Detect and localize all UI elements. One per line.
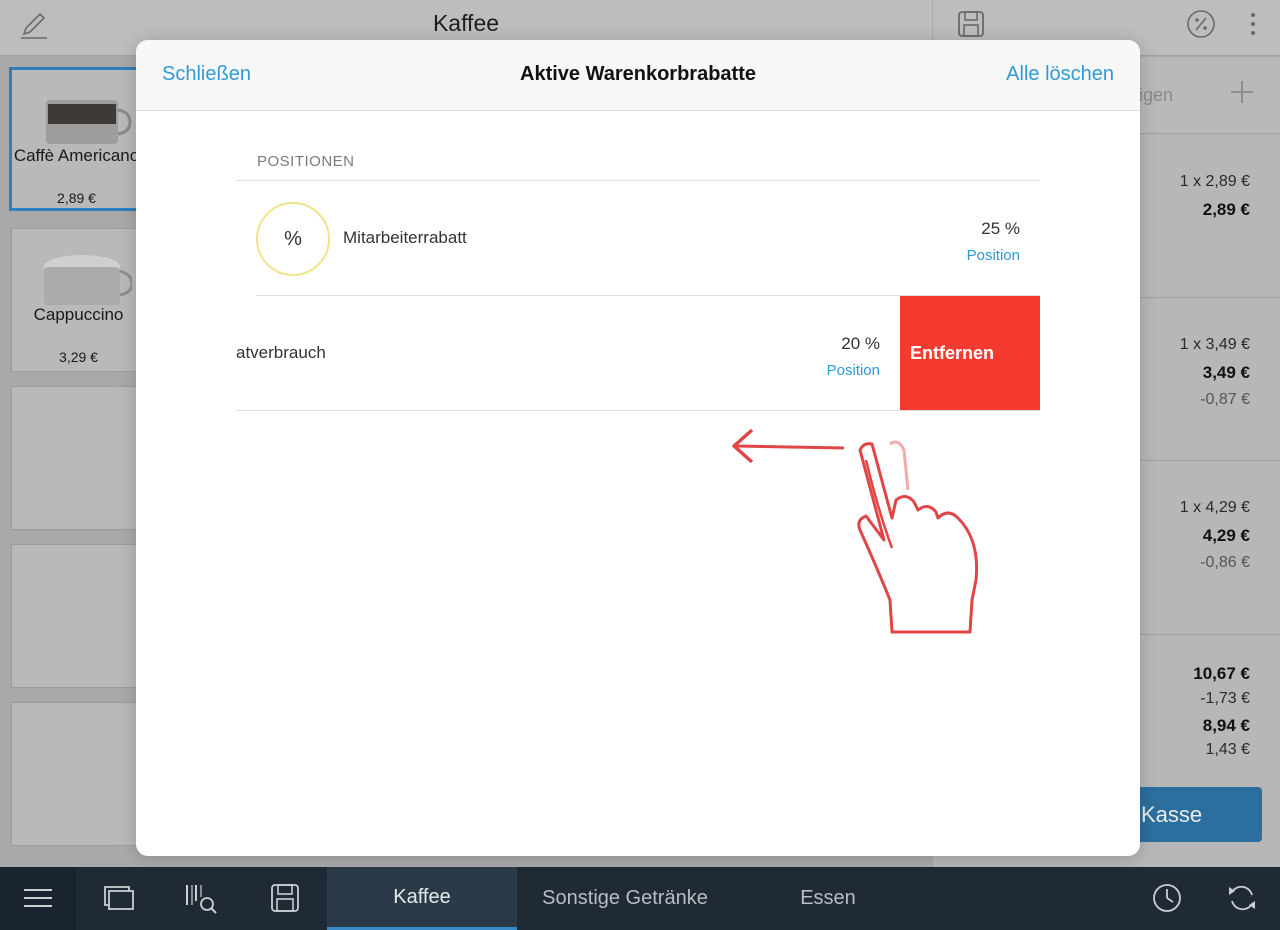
subtotal-value: 10,67 € xyxy=(1193,664,1250,683)
discount-scope: Position xyxy=(966,247,1020,264)
cart-header-hint: igen xyxy=(1139,85,1174,105)
section-label: POSITIONEN xyxy=(257,153,355,170)
discount-name: atverbrauch xyxy=(236,343,326,362)
discount-scope: Position xyxy=(826,362,880,379)
product-tile[interactable]: Caffè Americano 2,89 € xyxy=(9,67,144,211)
discount-row[interactable]: % Mitarbeiterrabatt 25 % Position xyxy=(236,181,1040,296)
discount-percent: 25 % xyxy=(981,219,1020,238)
plus-icon[interactable] xyxy=(1229,79,1255,105)
cart-item-discount: -0,87 € xyxy=(1200,391,1250,408)
percent-circle-icon[interactable] xyxy=(1185,8,1217,40)
cart-item-total: 4,29 € xyxy=(1202,526,1250,545)
bottom-tab-bar: Kaffee Sonstige Getränke Essen xyxy=(0,867,1280,930)
clear-all-button[interactable]: Alle löschen xyxy=(1006,63,1114,86)
coffee-cup-image xyxy=(46,100,132,144)
product-price: 2,89 € xyxy=(57,190,96,206)
modal-header: Schließen Aktive Warenkorbrabatte Alle l… xyxy=(136,40,1140,111)
more-vertical-icon[interactable] xyxy=(1237,8,1269,40)
active-cart-discounts-modal: Schließen Aktive Warenkorbrabatte Alle l… xyxy=(136,40,1140,856)
cappuccino-cup-image xyxy=(44,255,132,305)
discount-name: Mitarbeiterrabatt xyxy=(343,228,467,247)
floppy-disk-icon[interactable] xyxy=(955,8,987,40)
cart-item-qty-price: 1 x 2,89 € xyxy=(1179,173,1250,190)
discount-total-value: -1,73 € xyxy=(1200,690,1250,707)
tax-value: 1,43 € xyxy=(1205,741,1250,758)
category-title: Kaffee xyxy=(432,10,500,36)
hamburger-menu-icon xyxy=(24,889,52,907)
empty-product-tile[interactable] xyxy=(11,386,146,530)
empty-product-tile[interactable] xyxy=(11,702,146,846)
clock-icon[interactable] xyxy=(1150,881,1184,915)
modal-title: Aktive Warenkorbrabatte xyxy=(520,63,756,85)
tab-sonstige-getraenke[interactable]: Sonstige Getränke xyxy=(517,867,733,930)
cart-item-qty-price: 1 x 3,49 € xyxy=(1179,336,1250,353)
cart-item-total: 2,89 € xyxy=(1202,200,1250,219)
product-tile[interactable]: Cappuccino 3,29 € xyxy=(11,228,146,372)
discount-percent: 20 % xyxy=(841,334,880,353)
sync-icon[interactable] xyxy=(1225,881,1259,915)
barcode-search-icon[interactable] xyxy=(184,881,218,915)
checkout-button[interactable]: Kasse xyxy=(1129,787,1262,842)
percent-badge-icon: % xyxy=(256,202,330,276)
tab-essen[interactable]: Essen xyxy=(733,867,923,930)
tab-kaffee[interactable]: Kaffee xyxy=(327,867,517,930)
product-price: 3,29 € xyxy=(59,349,98,365)
screens-icon[interactable] xyxy=(102,881,136,915)
empty-product-tile[interactable] xyxy=(11,544,146,688)
floppy-disk-icon[interactable] xyxy=(268,881,302,915)
divider xyxy=(236,410,1040,411)
discount-row-swiped[interactable]: atverbrauch 20 % Position Entfernen xyxy=(236,296,1040,411)
remove-discount-button[interactable]: Entfernen xyxy=(900,296,1040,411)
grand-total-value: 8,94 € xyxy=(1202,716,1250,735)
cart-item-qty-price: 1 x 4,29 € xyxy=(1179,499,1250,516)
menu-button[interactable] xyxy=(0,867,76,930)
cart-item-discount: -0,86 € xyxy=(1200,554,1250,571)
cart-item-total: 3,49 € xyxy=(1202,363,1250,382)
product-name: Caffè Americano xyxy=(13,146,140,165)
product-name: Cappuccino xyxy=(33,305,124,324)
